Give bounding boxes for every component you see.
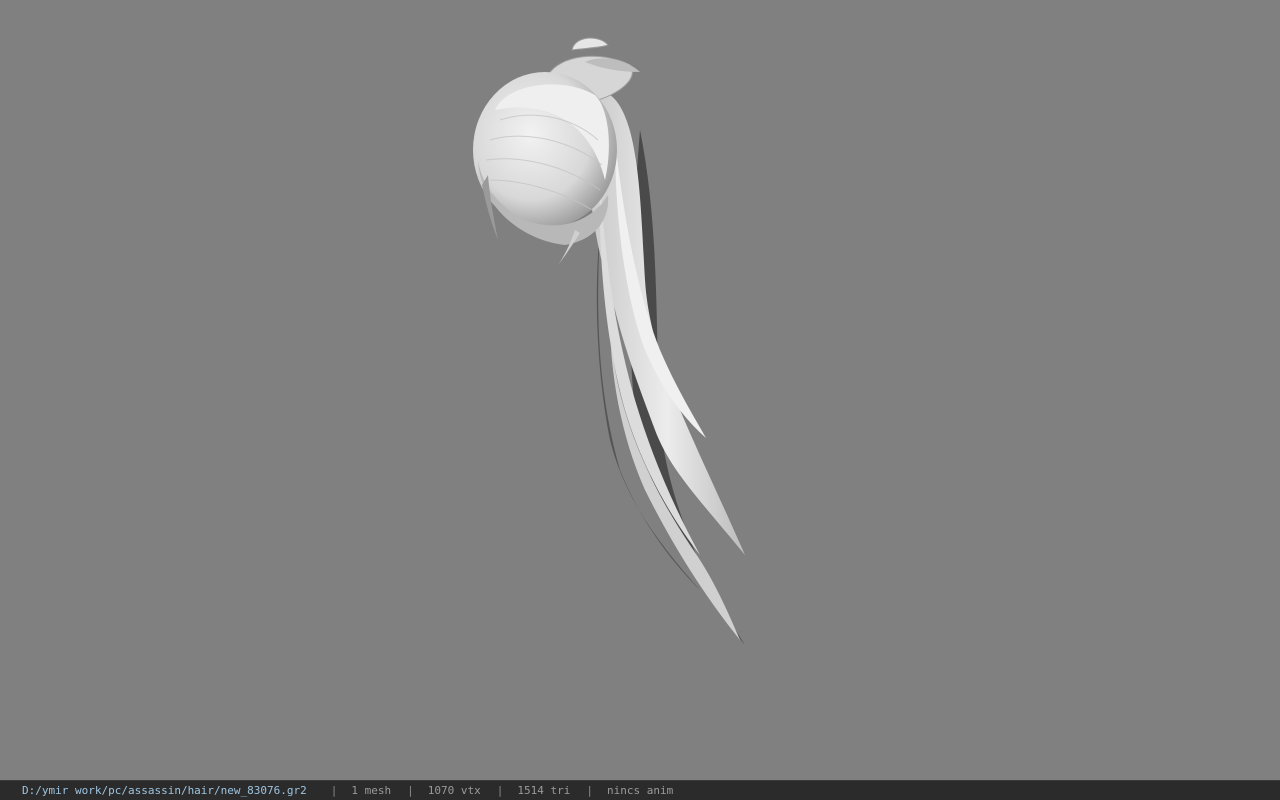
file-path-label: D:/ymir work/pc/assassin/hair/new_83076.… — [22, 784, 307, 797]
animation-status-label: nincs anim — [607, 784, 674, 797]
status-separator: | — [496, 784, 504, 797]
status-separator: | — [330, 784, 338, 797]
mesh-count-label: 1 mesh — [351, 784, 392, 797]
status-separator: | — [586, 784, 593, 797]
hair-model-render[interactable] — [0, 0, 1280, 780]
triangle-count-label: 1514 tri — [517, 784, 571, 797]
vertex-count-label: 1070 vtx — [427, 784, 481, 797]
status-bar: D:/ymir work/pc/assassin/hair/new_83076.… — [0, 780, 1280, 800]
status-separator: | — [407, 784, 414, 797]
3d-viewport[interactable] — [0, 0, 1280, 780]
hair-knot-loop — [571, 37, 609, 51]
hair-tail-strand — [610, 330, 740, 640]
